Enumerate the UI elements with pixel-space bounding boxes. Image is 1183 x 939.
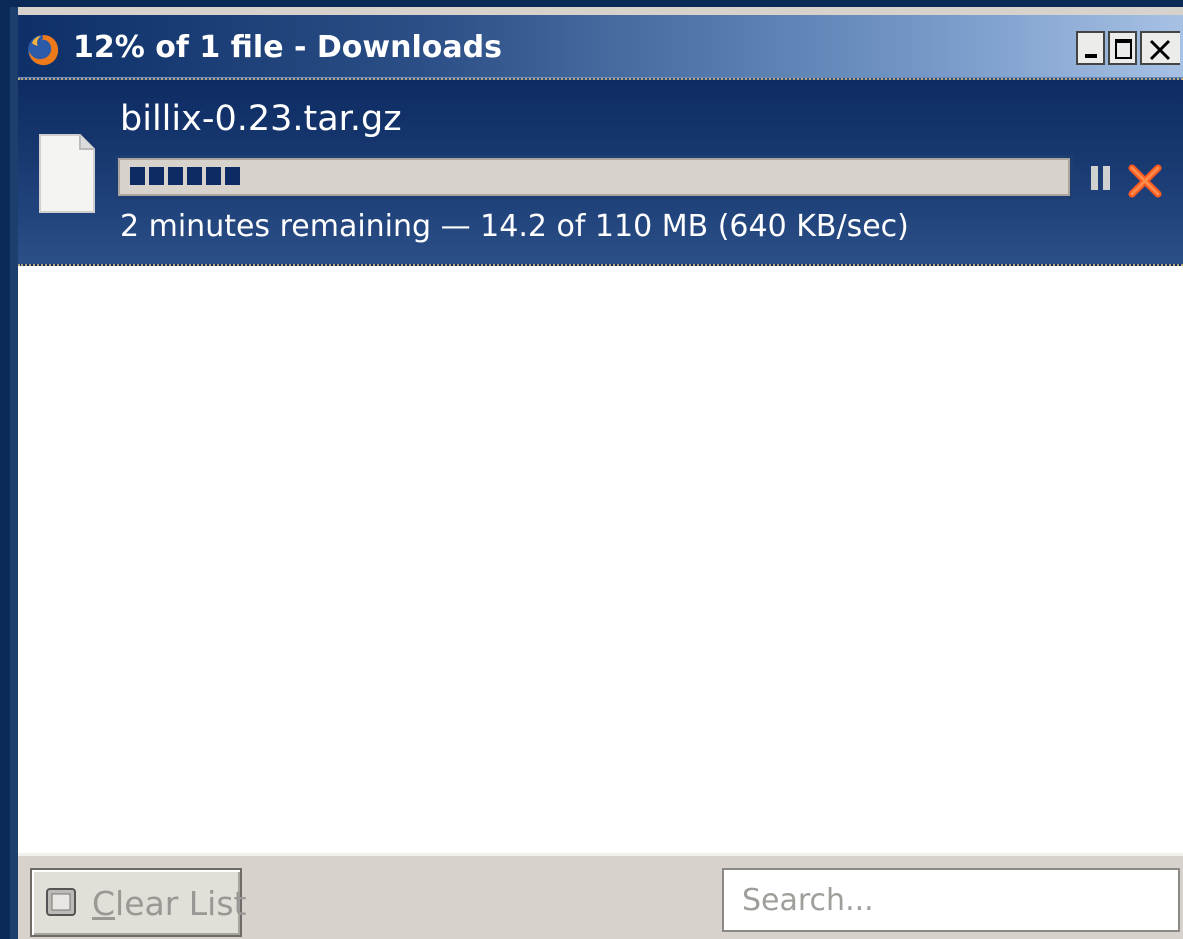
title-bar[interactable]: 12% of 1 file - Downloads	[18, 15, 1183, 78]
close-button[interactable]	[1140, 31, 1180, 65]
downloads-window: 12% of 1 file - Downloads billix-0.23.ta…	[10, 7, 1183, 939]
maximize-button[interactable]	[1108, 31, 1137, 65]
cancel-icon	[1128, 164, 1162, 198]
downloads-list[interactable]: billix-0.23.tar.gz 2 minutes remaining —…	[18, 78, 1183, 853]
close-icon	[1149, 39, 1171, 61]
pause-icon	[1091, 166, 1098, 190]
download-status: 2 minutes remaining — 14.2 of 110 MB (64…	[120, 209, 909, 244]
clear-list-button[interactable]: Clear List	[30, 868, 246, 937]
window-title: 12% of 1 file - Downloads	[73, 30, 502, 65]
search-input[interactable]	[722, 868, 1180, 932]
clear-list-label: Clear List	[92, 884, 247, 923]
download-item[interactable]: billix-0.23.tar.gz 2 minutes remaining —…	[18, 78, 1183, 266]
firefox-icon	[28, 35, 59, 66]
file-icon	[39, 134, 95, 213]
progress-bar	[115, 155, 1073, 199]
progress-fill	[130, 167, 241, 185]
file-name: billix-0.23.tar.gz	[120, 99, 402, 139]
cancel-button[interactable]	[1126, 162, 1164, 200]
minimize-button[interactable]	[1076, 31, 1105, 65]
clear-list-icon	[46, 888, 76, 916]
bottom-toolbar: Clear List	[18, 853, 1183, 939]
pause-button[interactable]	[1091, 166, 1113, 192]
